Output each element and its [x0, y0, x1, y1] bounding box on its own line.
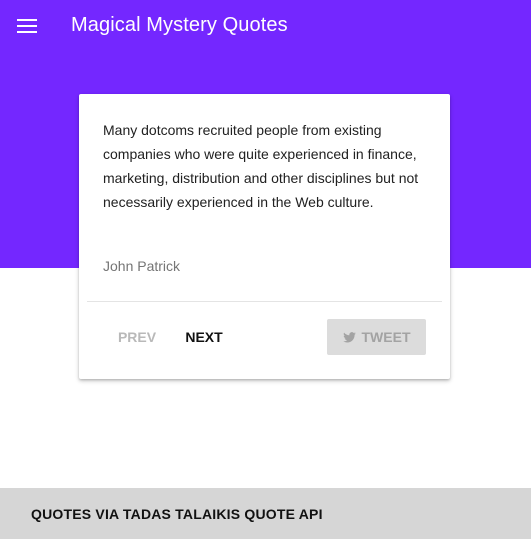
next-button[interactable]: NEXT	[176, 319, 232, 355]
card-divider	[87, 301, 442, 302]
prev-button[interactable]: PREV	[109, 319, 165, 355]
tweet-button[interactable]: TWEET	[327, 319, 426, 355]
quote-author: John Patrick	[103, 258, 181, 274]
twitter-bird-icon	[342, 331, 356, 343]
quote-card: Many dotcoms recruited people from exist…	[79, 94, 450, 379]
quote-text: Many dotcoms recruited people from exist…	[103, 122, 419, 210]
tweet-label: TWEET	[361, 329, 411, 345]
footer-attribution: QUOTES VIA TADAS TALAIKIS QUOTE API	[31, 506, 323, 522]
footer: QUOTES VIA TADAS TALAIKIS QUOTE API	[0, 488, 531, 539]
menu-button[interactable]	[17, 18, 37, 34]
app-title: Magical Mystery Quotes	[71, 14, 288, 36]
